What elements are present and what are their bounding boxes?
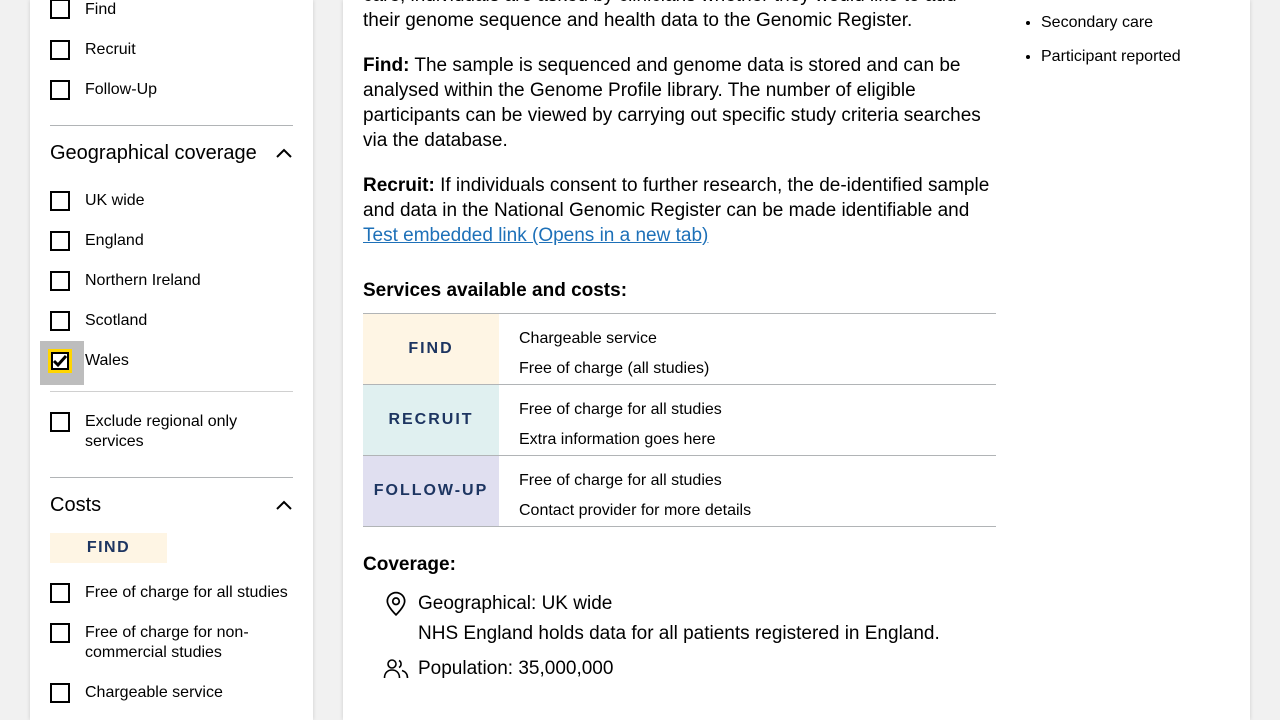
recruit-text: If individuals consent to further resear… (363, 175, 990, 221)
divider (50, 477, 293, 478)
costs-section-toggle[interactable]: Costs (50, 493, 293, 517)
service-tag-find: FIND (363, 314, 499, 384)
checkbox-checked[interactable] (48, 349, 72, 373)
section-title: Costs (50, 494, 102, 516)
services-table: FIND Chargeable service Free of charge (… (363, 313, 996, 527)
filter-england-checkbox[interactable]: England (50, 231, 293, 251)
checkbox-label: Exclude regional only services (85, 413, 238, 450)
filter-cost-free-noncommercial-checkbox[interactable]: Free of charge for non-commercial studie… (50, 623, 293, 663)
filter-cost-chargeable-checkbox[interactable]: Chargeable service (50, 683, 293, 703)
table-row: FIND Chargeable service Free of charge (… (363, 314, 996, 385)
checkbox-label: UK wide (85, 192, 145, 209)
filter-panel: Find Recruit Follow-Up Geographical cove… (30, 0, 313, 720)
service-tag-follow-up: FOLLOW-UP (363, 456, 499, 526)
service-details: Free of charge for all studies Contact p… (499, 456, 751, 526)
service-line: Free of charge for all studies (519, 401, 722, 418)
checkbox[interactable] (50, 271, 70, 291)
checkbox[interactable] (50, 583, 70, 603)
filter-find-checkbox[interactable]: Find (50, 0, 293, 20)
location-pin-icon (386, 591, 406, 617)
checkbox[interactable] (50, 191, 70, 211)
service-line: Contact provider for more details (519, 502, 752, 519)
section-title: Geographical coverage (50, 142, 257, 164)
service-details: Chargeable service Free of charge (all s… (499, 314, 709, 384)
setting-list: Secondary care Participant reported (1021, 6, 1181, 74)
filter-recruit-checkbox[interactable]: Recruit (50, 40, 293, 60)
geo-section-toggle[interactable]: Geographical coverage (50, 141, 293, 165)
checkbox-label: Follow-Up (85, 81, 158, 98)
checkbox[interactable] (50, 0, 70, 19)
checkbox-label: Northern Ireland (85, 272, 201, 289)
service-tag-recruit: RECRUIT (363, 385, 499, 455)
checkbox[interactable] (50, 40, 70, 60)
service-line: Free of charge (all studies) (519, 360, 710, 377)
filter-cost-free-all-checkbox[interactable]: Free of charge for all studies (50, 583, 293, 603)
geo-note: NHS England holds data for all patients … (418, 623, 940, 644)
recruit-paragraph: Recruit: If individuals consent to furth… (363, 173, 996, 248)
checkbox[interactable] (50, 412, 70, 432)
filter-follow-up-checkbox[interactable]: Follow-Up (50, 80, 293, 100)
checkbox-label: Recruit (85, 41, 136, 58)
coverage-heading: Coverage: (363, 554, 456, 575)
find-text: The sample is sequenced and genome data … (363, 55, 981, 151)
checkbox-label: Wales (85, 352, 129, 369)
geo-line: Geographical: UK wide (418, 593, 613, 614)
checkbox[interactable] (50, 623, 70, 643)
people-icon (383, 659, 409, 679)
filter-wales-checkbox[interactable]: Wales (40, 341, 293, 385)
service-details: Free of charge for all studies Extra inf… (499, 385, 722, 455)
costs-find-tag: FIND (50, 533, 167, 563)
filter-exclude-regional-checkbox[interactable]: Exclude regional only services (50, 412, 293, 452)
embedded-link[interactable]: Test embedded link (Opens in a new tab) (363, 225, 708, 246)
checkbox-label: Scotland (85, 312, 148, 329)
divider (50, 125, 293, 126)
filter-uk-wide-checkbox[interactable]: UK wide (50, 191, 293, 211)
checkbox[interactable] (50, 231, 70, 251)
population-line: Population: 35,000,000 (418, 658, 614, 679)
checkbox-label: Chargeable service (85, 684, 223, 701)
checkbox-label: Free of charge for non-commercial studie… (85, 624, 249, 661)
checkbox-label: Find (85, 1, 117, 18)
service-detail-card: care, individuals are asked by clinician… (343, 0, 1250, 720)
chevron-up-icon (276, 500, 292, 510)
recruit-label: Recruit: (363, 175, 435, 196)
service-line: Extra information goes here (519, 431, 716, 448)
coverage-geo: Geographical: UK wide NHS England holds … (383, 589, 940, 649)
service-line: Free of charge for all studies (519, 472, 722, 489)
filter-northern-ireland-checkbox[interactable]: Northern Ireland (50, 271, 293, 291)
find-paragraph: Find: The sample is sequenced and genome… (363, 53, 996, 153)
find-label: Find: (363, 55, 410, 76)
check-icon (52, 355, 68, 368)
filter-scotland-checkbox[interactable]: Scotland (50, 311, 293, 331)
chevron-up-icon (276, 148, 292, 158)
list-item: Participant reported (1041, 40, 1181, 74)
intro-paragraph: care, individuals are asked by clinician… (363, 0, 957, 31)
checkbox[interactable] (50, 311, 70, 331)
checkbox[interactable] (50, 683, 70, 703)
divider (50, 391, 293, 392)
service-line: Chargeable service (519, 330, 657, 347)
checkbox-label: Free of charge for all studies (85, 584, 288, 601)
services-heading: Services available and costs: (363, 280, 628, 301)
table-row: RECRUIT Free of charge for all studies E… (363, 385, 996, 456)
checkbox[interactable] (50, 80, 70, 100)
checkbox-label: England (85, 232, 144, 249)
coverage-population: Population: 35,000,000 (383, 654, 613, 684)
table-row: FOLLOW-UP Free of charge for all studies… (363, 456, 996, 527)
list-item: Secondary care (1041, 6, 1181, 40)
